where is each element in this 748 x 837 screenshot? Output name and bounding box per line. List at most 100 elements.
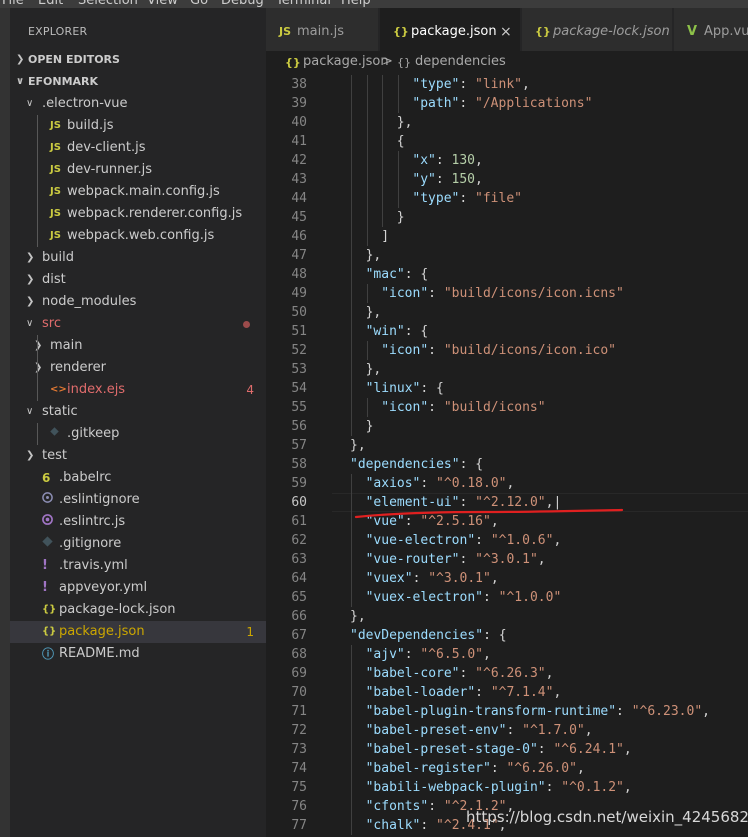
code-area[interactable]: 38 "type": "link", 39 "path": "/Application…	[266, 73, 748, 837]
code-text: "x": 130,	[412, 153, 483, 168]
code-text: "vue-router": "^3.0.1",	[365, 552, 546, 567]
code-line: 41 {	[266, 132, 748, 151]
code-text: },	[396, 115, 413, 130]
open-editors-section[interactable]: ❯ OPEN EDITORS	[10, 49, 266, 71]
watermark: https://blog.csdn.net/weixin_42456822	[466, 808, 748, 826]
code-line: 62 "vue-electron": "^1.0.6",	[266, 531, 748, 550]
indent-guide	[351, 341, 352, 360]
project-section[interactable]: ∨ EFONMARK	[10, 71, 266, 93]
tree-item-label: build.js	[67, 118, 114, 133]
tree-item-label: .babelrc	[59, 470, 112, 485]
tree-file[interactable]: .gitkeep	[10, 423, 266, 445]
tree-folder[interactable]: ❯ test	[10, 445, 266, 467]
chevron-down-icon: ∨	[26, 318, 34, 329]
tab-main-js[interactable]: JS main.js	[266, 8, 379, 51]
tree-file[interactable]: JS webpack.renderer.config.js	[10, 203, 266, 225]
tree-folder[interactable]: ∨ static	[10, 401, 266, 423]
code-line: 39 "path": "/Applications"	[266, 94, 748, 113]
code-line: 45}	[266, 208, 748, 227]
tree-file[interactable]: 6 .babelrc	[10, 467, 266, 489]
tree-file[interactable]: <> index.ejs 4	[10, 379, 266, 401]
code-line: 52 "icon": "build/icons/icon.ico"	[266, 341, 748, 360]
menu-go[interactable]: Go	[190, 0, 208, 8]
code-line: 69 "babel-core": "^6.26.3",	[266, 664, 748, 683]
chevron-right-icon: ❯	[26, 296, 35, 307]
code-line: 56}	[266, 417, 748, 436]
indent-guide	[382, 170, 384, 189]
line-number: 68	[291, 647, 307, 662]
code-line: 59 "axios": "^0.18.0",	[266, 474, 748, 493]
indent-guide	[351, 360, 352, 379]
code-line: 60 "element-ui": "^2.12.0",|	[266, 493, 748, 512]
line-number: 39	[291, 96, 307, 111]
tab-package-json[interactable]: {} package.json ×	[380, 8, 521, 51]
tree-folder[interactable]: ❯ dist	[10, 269, 266, 291]
indent-guide	[351, 151, 352, 170]
tree-folder[interactable]: ∨ .electron-vue	[10, 93, 266, 115]
code-text: "vuex-electron": "^1.0.0"	[365, 590, 562, 605]
line-number: 76	[291, 799, 307, 814]
json-file-icon: {}	[42, 626, 57, 637]
menu-help[interactable]: Help	[341, 0, 371, 8]
tree-file[interactable]: .eslintrc.js	[10, 511, 266, 533]
tree-file[interactable]: ! appveyor.yml	[10, 577, 266, 599]
line-number: 61	[291, 514, 307, 529]
tree-item-label: README.md	[59, 646, 140, 661]
tree-file[interactable]: ⓘ README.md	[10, 643, 266, 665]
line-number: 56	[291, 419, 307, 434]
line-number: 46	[291, 229, 307, 244]
tree-file[interactable]: .eslintignore	[10, 489, 266, 511]
menu-terminal[interactable]: Terminal	[276, 0, 331, 8]
explorer-sidebar: EXPLORER ❯ OPEN EDITORS ∨ EFONMARK ∨ .ele…	[10, 8, 266, 837]
code-text: "babel-plugin-transform-runtime": "^6.23…	[365, 704, 710, 719]
code-text: "y": 150,	[412, 172, 483, 187]
line-number: 53	[291, 362, 307, 377]
tree-item-label: dev-runner.js	[67, 162, 153, 177]
tree-file[interactable]: JS webpack.main.config.js	[10, 181, 266, 203]
code-text: "axios": "^0.18.0",	[365, 476, 515, 491]
code-line: 38 "type": "link",	[266, 75, 748, 94]
tree-folder[interactable]: ❯ build	[10, 247, 266, 269]
menu-file[interactable]: File	[2, 0, 24, 8]
menu-debug[interactable]: Debug	[221, 0, 264, 8]
line-number: 75	[291, 780, 307, 795]
tab-label: package-lock.json	[553, 24, 670, 39]
indent-guide	[366, 189, 368, 208]
menu-view[interactable]: View	[147, 0, 178, 8]
menu-edit[interactable]: Edit	[38, 0, 63, 8]
breadcrumb-file[interactable]: package.json	[303, 53, 389, 71]
tab-package-lock-json[interactable]: {} package-lock.json	[522, 8, 673, 51]
tree-folder[interactable]: ❯ renderer	[10, 357, 266, 379]
tree-file[interactable]: ! .travis.yml	[10, 555, 266, 577]
indent-guide	[351, 94, 352, 113]
close-icon[interactable]: ×	[500, 8, 512, 56]
tree-file[interactable]: {} package-lock.json	[10, 599, 266, 621]
code-text: {	[396, 134, 405, 149]
code-line: 63 "vue-router": "^3.0.1",	[266, 550, 748, 569]
line-number: 66	[291, 609, 307, 624]
tree-folder[interactable]: ❯ main	[10, 335, 266, 357]
tree-file[interactable]: JS build.js	[10, 115, 266, 137]
tree-file[interactable]: JS dev-runner.js	[10, 159, 266, 181]
yaml-file-icon: !	[42, 558, 48, 573]
line-number: 51	[291, 324, 307, 339]
tree-item-label: node_modules	[42, 294, 137, 309]
tab-app-vue[interactable]: V App.vue	[674, 8, 748, 51]
tree-file[interactable]: JS dev-client.js	[10, 137, 266, 159]
line-number: 57	[291, 438, 307, 453]
tree-file[interactable]: {} package.json 1	[10, 621, 266, 643]
indent-guide	[351, 474, 352, 493]
menu-selection[interactable]: Selection	[78, 0, 138, 8]
indent-guide	[351, 417, 352, 436]
tree-file[interactable]: JS webpack.web.config.js	[10, 225, 266, 247]
tree-file[interactable]: .gitignore	[10, 533, 266, 555]
object-icon: {}	[397, 56, 411, 69]
line-number: 48	[291, 267, 307, 282]
tree-folder[interactable]: ❯ node_modules	[10, 291, 266, 313]
indent-guide	[351, 379, 352, 398]
breadcrumb-section[interactable]: dependencies	[415, 53, 506, 71]
indent-guide	[351, 493, 352, 512]
code-text: "path": "/Applications"	[412, 96, 593, 111]
indent-guide	[351, 569, 352, 588]
tree-folder[interactable]: ∨ src	[10, 313, 266, 335]
